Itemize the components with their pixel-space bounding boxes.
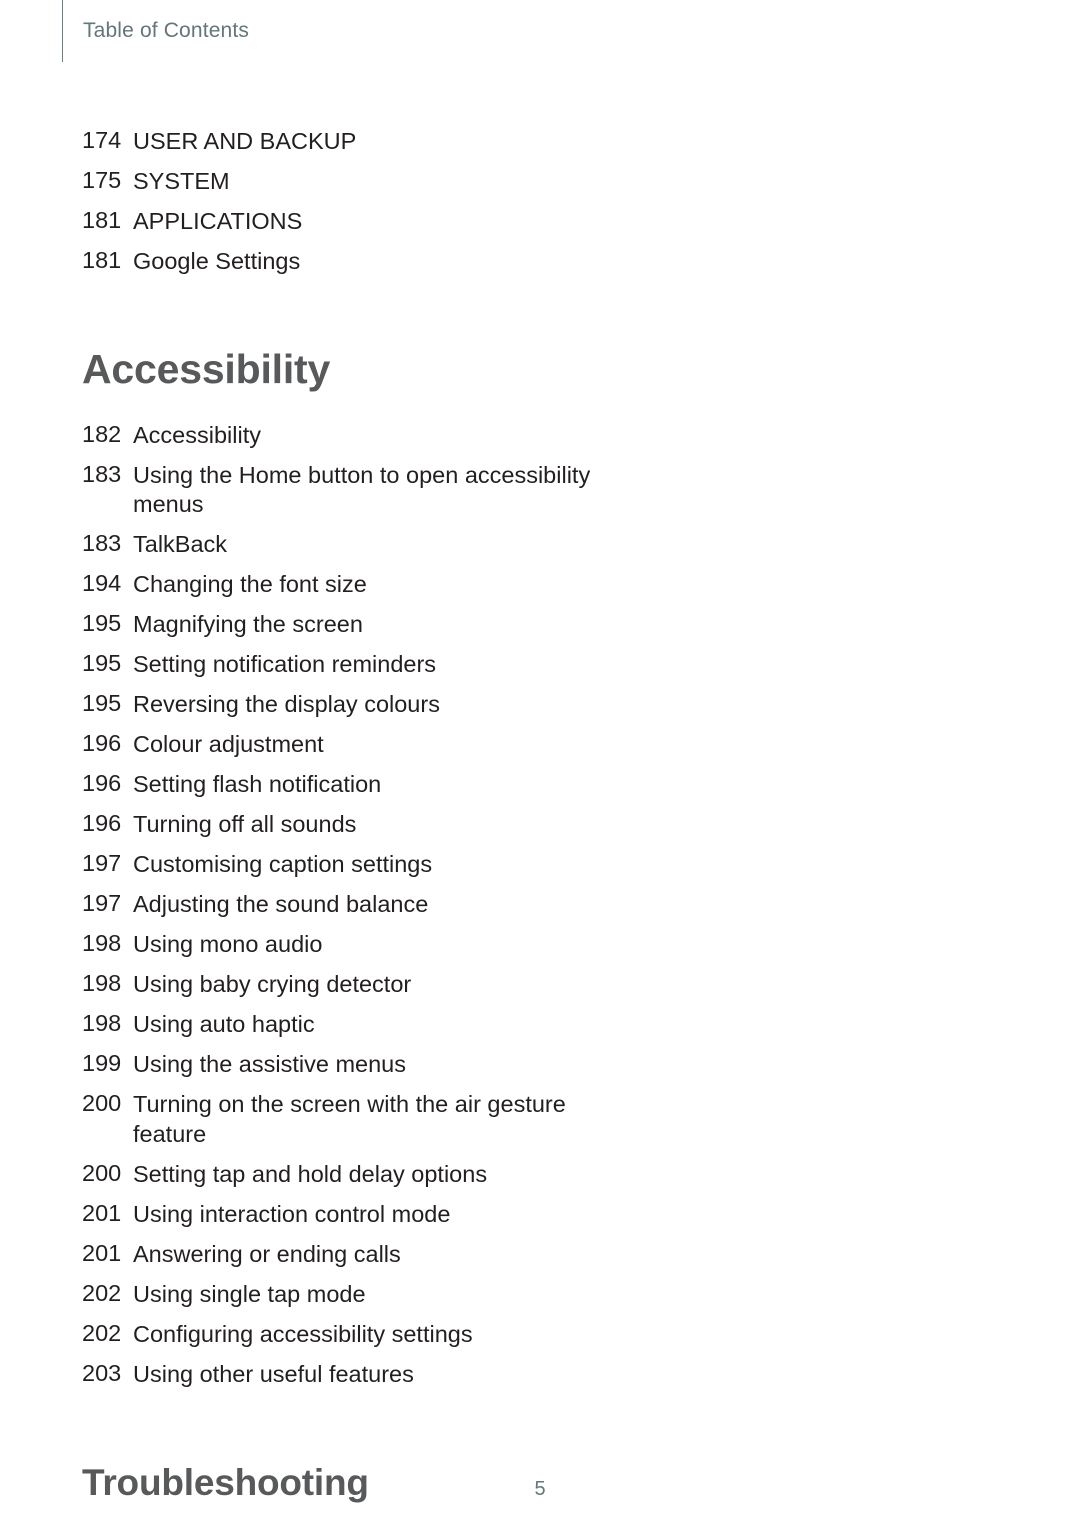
table-of-contents: 174 USER AND BACKUP 175 SYSTEM 181 APPLI… (82, 0, 602, 1501)
toc-page-number: 183 (82, 530, 122, 556)
toc-entry-title: Using the Home button to open accessibil… (133, 461, 591, 518)
toc-entry[interactable]: 196 Colour adjustment (82, 730, 602, 760)
toc-entry-title: Adjusting the sound balance (133, 891, 429, 917)
toc-entry[interactable]: 199 Using the assistive menus (82, 1050, 602, 1080)
toc-entry[interactable]: 201 Answering or ending calls (82, 1240, 602, 1270)
toc-page-number: 195 (82, 690, 122, 716)
toc-entry-title: TalkBack (133, 531, 228, 557)
toc-page-number: 201 (82, 1239, 122, 1266)
toc-entry[interactable]: 201 Using interaction control mode (82, 1200, 602, 1230)
toc-entry-title: Customising caption settings (133, 851, 433, 877)
toc-page-number: 199 (82, 1050, 122, 1076)
toc-entry[interactable]: 194 Changing the font size (82, 570, 602, 600)
toc-entry-title: SYSTEM (133, 168, 230, 194)
toc-entry[interactable]: 195 Magnifying the screen (82, 610, 602, 640)
toc-page-number: 196 (82, 810, 122, 836)
toc-entry[interactable]: 200 Turning on the screen with the air g… (82, 1090, 602, 1149)
toc-entry-title: Setting notification reminders (133, 651, 437, 677)
toc-entry[interactable]: 183 Using the Home button to open access… (82, 461, 602, 520)
toc-entry-title: Setting tap and hold delay options (133, 1160, 488, 1187)
toc-entry[interactable]: 197 Customising caption settings (82, 850, 602, 880)
toc-entry[interactable]: 182 Accessibility (82, 421, 602, 451)
toc-page-number: 197 (82, 890, 122, 916)
toc-entry[interactable]: 181 APPLICATIONS (82, 207, 602, 237)
toc-entry-title: Using other useful features (133, 1360, 414, 1387)
toc-entry[interactable]: 200 Setting tap and hold delay options (82, 1160, 602, 1190)
section-heading-accessibility: Accessibility (82, 345, 331, 392)
toc-entry[interactable]: 203 Using other useful features (82, 1360, 602, 1390)
toc-entry[interactable]: 197 Adjusting the sound balance (82, 890, 602, 920)
toc-entry-title: Using the assistive menus (133, 1051, 406, 1077)
toc-entry-title: Using single tap mode (133, 1280, 366, 1307)
toc-entry-title: Magnifying the screen (133, 611, 363, 637)
toc-group-accessibility: 182 Accessibility 183 Using the Home but… (82, 421, 602, 1390)
toc-entry-title: Answering or ending calls (133, 1240, 401, 1267)
toc-page-number: 197 (82, 850, 122, 876)
toc-page-number: 202 (82, 1319, 122, 1346)
toc-entry[interactable]: 195 Setting notification reminders (82, 650, 602, 680)
toc-entry[interactable]: 202 Using single tap mode (82, 1280, 602, 1310)
toc-entry-title: APPLICATIONS (133, 208, 303, 234)
toc-entry-title: Using mono audio (133, 931, 323, 957)
toc-entry[interactable]: 183 TalkBack (82, 530, 602, 560)
toc-entry[interactable]: 175 SYSTEM (82, 167, 602, 197)
toc-page-number: 198 (82, 930, 122, 956)
toc-entry[interactable]: 195 Reversing the display colours (82, 690, 602, 720)
toc-page-number: 200 (82, 1090, 122, 1116)
toc-group-settings-continued: 174 USER AND BACKUP 175 SYSTEM 181 APPLI… (82, 0, 602, 277)
toc-entry[interactable]: 174 USER AND BACKUP (82, 127, 602, 157)
toc-page-number: 198 (82, 970, 122, 996)
toc-page-number: 196 (82, 730, 122, 756)
toc-entry-title: Colour adjustment (133, 731, 324, 757)
toc-entry[interactable]: 198 Using auto haptic (82, 1010, 602, 1040)
toc-entry-title: Setting flash notification (133, 771, 382, 797)
header-vertical-rule (62, 0, 63, 62)
toc-page-number: 181 (82, 207, 122, 233)
toc-page-number: 174 (82, 127, 122, 153)
toc-entry-title: Accessibility (133, 421, 261, 448)
toc-page-number: 195 (82, 650, 122, 676)
toc-page-number: 195 (82, 610, 122, 636)
toc-page-number: 183 (82, 460, 122, 487)
toc-entry[interactable]: 198 Using mono audio (82, 930, 602, 960)
toc-entry-title: Changing the font size (133, 571, 367, 597)
toc-entry-title: Using baby crying detector (133, 971, 412, 997)
toc-entry-title: Turning on the screen with the air gestu… (133, 1091, 566, 1147)
toc-page-number: 182 (82, 420, 122, 447)
toc-entry-title: USER AND BACKUP (133, 128, 357, 154)
toc-entry-title: Using interaction control mode (133, 1200, 451, 1227)
toc-entry[interactable]: 181 Google Settings (82, 247, 602, 277)
toc-page-number: 202 (82, 1279, 122, 1306)
toc-entry[interactable]: 198 Using baby crying detector (82, 970, 602, 1000)
toc-page-number: 200 (82, 1159, 122, 1186)
toc-entry[interactable]: 202 Configuring accessibility settings (82, 1320, 602, 1350)
toc-page-number: 203 (82, 1359, 122, 1386)
toc-entry-title: Using auto haptic (133, 1011, 315, 1037)
toc-page-number: 181 (82, 247, 122, 273)
toc-page-number: 196 (82, 770, 122, 796)
toc-entry-title: Configuring accessibility settings (133, 1320, 473, 1347)
toc-entry-title: Reversing the display colours (133, 691, 440, 717)
toc-page-number: 198 (82, 1010, 122, 1036)
toc-entry[interactable]: 196 Setting flash notification (82, 770, 602, 800)
footer-page-number: 5 (534, 1478, 546, 1500)
toc-entry-title: Google Settings (133, 248, 301, 274)
toc-page-number: 175 (82, 167, 122, 193)
toc-entry-title: Turning off all sounds (133, 811, 357, 837)
toc-page-number: 194 (82, 570, 122, 596)
toc-entry[interactable]: 196 Turning off all sounds (82, 810, 602, 840)
toc-page-number: 201 (82, 1199, 122, 1226)
